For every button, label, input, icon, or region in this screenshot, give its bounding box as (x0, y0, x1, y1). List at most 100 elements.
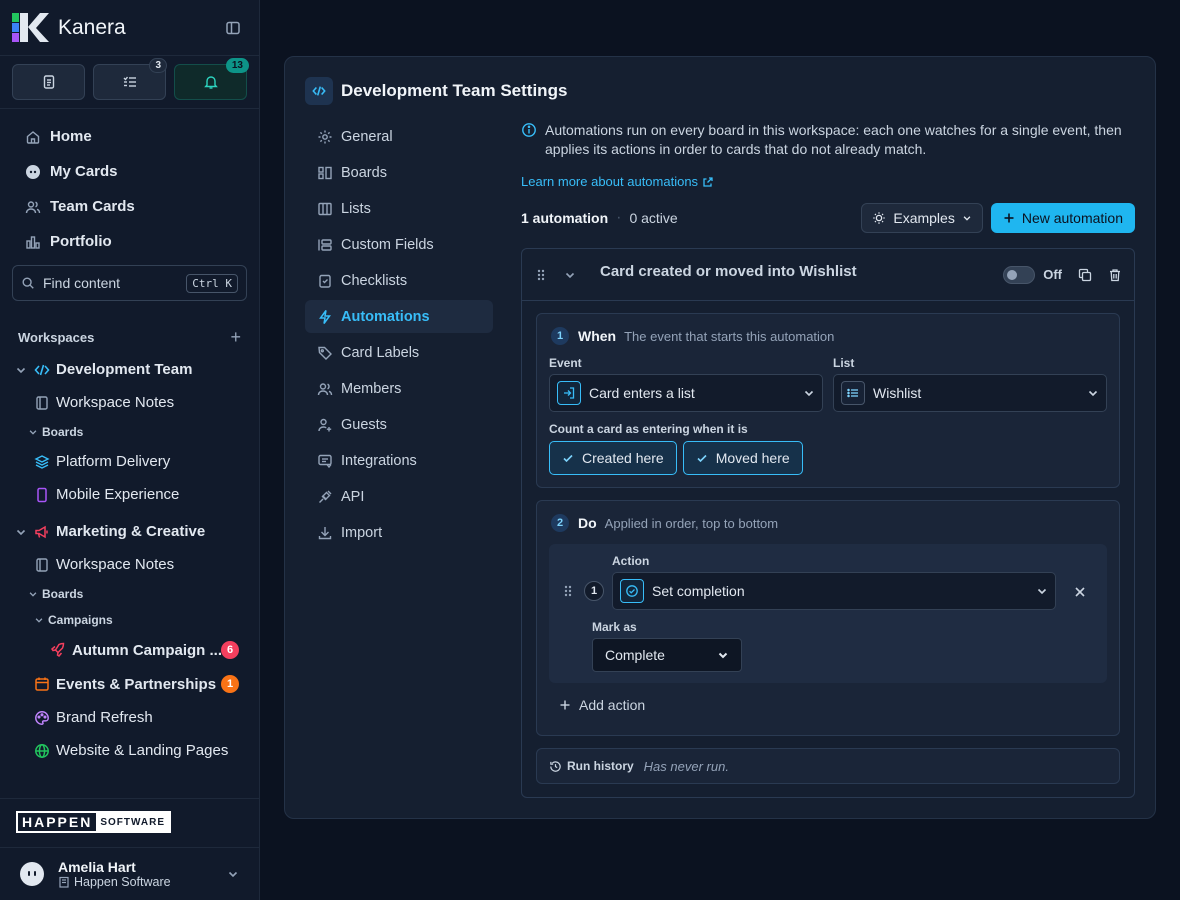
user-menu[interactable]: Amelia Hart Happen Software (0, 848, 259, 900)
remove-action-icon[interactable] (1074, 586, 1086, 598)
event-select[interactable]: Card enters a list (549, 374, 823, 412)
run-history-label: Run history (567, 759, 634, 773)
board-mobile-experience[interactable]: Mobile Experience (0, 478, 259, 511)
settings-panel: Development Team Settings General Boards… (284, 56, 1156, 819)
settings-nav-members-label: Members (341, 380, 402, 397)
when-step-number: 1 (551, 327, 569, 345)
check-circle-icon (620, 579, 644, 603)
code-icon (305, 77, 333, 105)
sidebar-toggle-icon[interactable] (225, 20, 241, 36)
drag-handle-icon[interactable] (561, 584, 575, 598)
history-icon (550, 760, 561, 772)
dev-workspace-notes[interactable]: Workspace Notes (0, 386, 259, 419)
settings-nav-automations[interactable]: Automations (305, 300, 493, 333)
globe-icon (35, 743, 49, 758)
tasks-button[interactable]: 3 (93, 58, 167, 100)
trash-icon[interactable] (1108, 268, 1122, 282)
when-header: 1 When The event that starts this automa… (537, 314, 1119, 358)
automation-toggle[interactable] (1003, 265, 1036, 284)
sidebar: Kanera 3 13 Home My Cards Team Cards Por… (0, 0, 260, 900)
notes-button[interactable] (12, 64, 85, 100)
nav-my-cards[interactable]: My Cards (12, 154, 247, 189)
settings-nav-general[interactable]: General (305, 120, 493, 153)
chevron-down-icon (29, 592, 37, 597)
nav-portfolio-label: Portfolio (50, 233, 112, 250)
duplicate-icon[interactable] (1078, 268, 1092, 282)
user-plus-icon (318, 418, 332, 431)
find-placeholder: Find content (43, 275, 121, 291)
settings-nav-boards[interactable]: Boards (305, 156, 493, 189)
folder-campaigns[interactable]: Campaigns (0, 607, 259, 633)
event-label: Event (549, 356, 582, 370)
chevron-down-icon (1088, 390, 1098, 397)
workspace-marketing[interactable]: Marketing & Creative (0, 515, 259, 548)
chevron-down-icon[interactable] (14, 364, 28, 376)
settings-nav-custom-fields[interactable]: Custom Fields (305, 228, 493, 261)
search-icon (22, 277, 34, 289)
settings-nav-checklists[interactable]: Checklists (305, 264, 493, 297)
learn-more-link[interactable]: Learn more about automations (521, 174, 1135, 189)
settings-nav-lists[interactable]: Lists (305, 192, 493, 225)
palette-icon (35, 710, 49, 725)
chevron-down-icon[interactable] (14, 526, 28, 538)
plus-icon (1004, 213, 1014, 223)
user-org-label: Happen Software (74, 875, 171, 889)
settings-nav-checklists-label: Checklists (341, 272, 408, 289)
board-brand-refresh[interactable]: Brand Refresh (0, 701, 259, 734)
board-autumn-campaign-label: Autumn Campaign ... (72, 641, 222, 659)
board-events-partnerships[interactable]: Events & Partnerships 1 (0, 667, 259, 701)
chip-created-here[interactable]: Created here (549, 441, 677, 475)
settings-nav-guests[interactable]: Guests (305, 408, 493, 441)
settings-nav-lists-label: Lists (341, 200, 371, 217)
add-action-button[interactable]: Add action (559, 697, 645, 713)
user-avatar (20, 862, 44, 886)
settings-nav-api[interactable]: API (305, 480, 493, 513)
add-workspace-icon[interactable]: + (230, 327, 241, 348)
add-action-label: Add action (579, 697, 646, 713)
chevron-down-icon (29, 430, 37, 435)
settings-nav-card-labels[interactable]: Card Labels (305, 336, 493, 369)
checklist-icon (123, 76, 136, 87)
alerts-button[interactable]: 13 (174, 58, 249, 100)
examples-button[interactable]: Examples (861, 203, 983, 233)
run-history[interactable]: Run history Has never run. (536, 748, 1120, 784)
action-select-value: Set completion (652, 583, 745, 599)
board-platform-delivery[interactable]: Platform Delivery (0, 445, 259, 478)
home-icon (26, 130, 40, 144)
settings-nav-import[interactable]: Import (305, 516, 493, 549)
megaphone-icon (35, 525, 48, 538)
chevron-down-icon[interactable] (564, 269, 576, 281)
drag-handle-icon[interactable] (534, 268, 548, 282)
nav-portfolio[interactable]: Portfolio (12, 224, 247, 259)
new-automation-button[interactable]: New automation (990, 203, 1135, 233)
mark-as-value: Complete (605, 647, 665, 663)
chip-moved-here[interactable]: Moved here (682, 441, 803, 475)
mark-as-select[interactable]: Complete (592, 638, 742, 672)
action-select[interactable]: Set completion (612, 572, 1056, 610)
info-icon (522, 123, 536, 137)
clipboard-check-icon (319, 274, 331, 288)
marketing-workspace-notes[interactable]: Workspace Notes (0, 548, 259, 581)
dev-boards-group[interactable]: Boards (0, 419, 259, 445)
notes-icon (36, 557, 48, 572)
find-shortcut: Ctrl K (186, 273, 238, 293)
when-section: 1 When The event that starts this automa… (536, 313, 1120, 488)
nav-home[interactable]: Home (12, 119, 247, 154)
settings-nav-general-label: General (341, 128, 393, 145)
avatar-icon (26, 164, 40, 179)
check-icon (563, 454, 573, 463)
settings-nav-members[interactable]: Members (305, 372, 493, 405)
board-autumn-campaign[interactable]: Autumn Campaign ... 6 (0, 633, 259, 667)
learn-more-text: Learn more about automations (521, 174, 699, 189)
list-select[interactable]: Wishlist (833, 374, 1107, 412)
automation-title[interactable]: Card created or moved into Wishlist (600, 263, 857, 280)
settings-nav-integrations-label: Integrations (341, 452, 417, 469)
workspace-development-team[interactable]: Development Team (0, 353, 259, 386)
settings-nav-integrations[interactable]: Integrations (305, 444, 493, 477)
user-name: Amelia Hart (58, 859, 136, 875)
nav-team-cards[interactable]: Team Cards (12, 189, 247, 224)
marketing-boards-group[interactable]: Boards (0, 581, 259, 607)
chevron-down-icon (804, 390, 814, 397)
board-website[interactable]: Website & Landing Pages (0, 734, 259, 767)
find-content-search[interactable]: Find content Ctrl K (12, 265, 247, 301)
